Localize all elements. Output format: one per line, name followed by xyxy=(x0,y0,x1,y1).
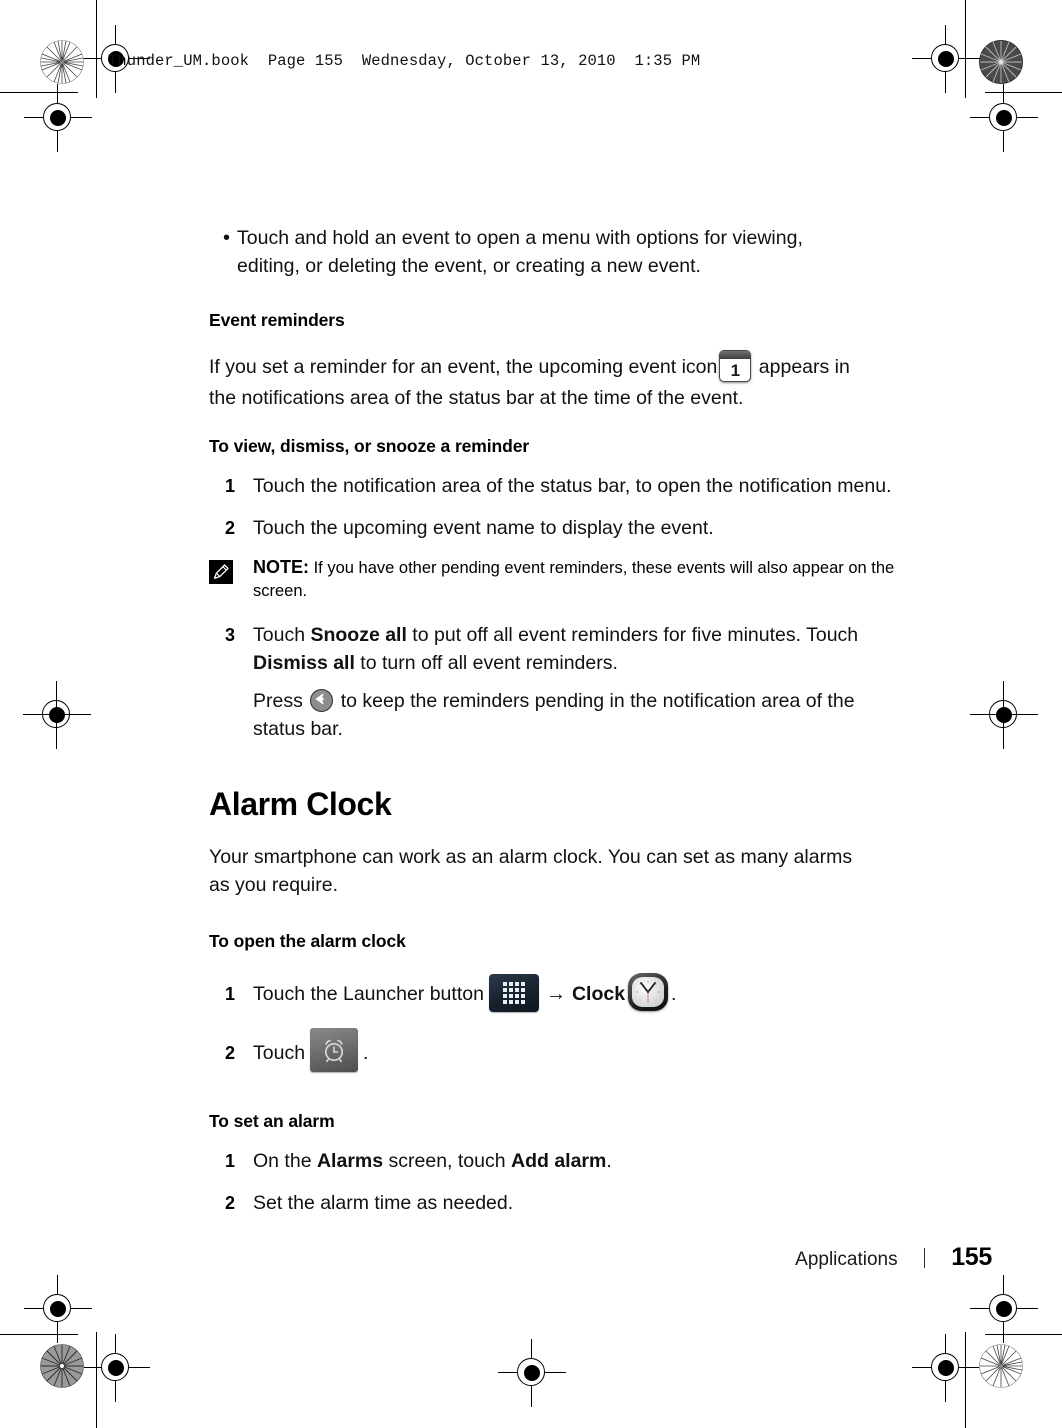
step1-period: . xyxy=(671,983,677,1005)
step-number: 2 xyxy=(225,1193,236,1213)
step-text: Set the alarm time as needed. xyxy=(253,1192,514,1214)
registration-mark-right-middle xyxy=(970,681,1038,749)
registration-mark-bottom-left-outer xyxy=(24,1275,92,1343)
starburst-mark-top-right xyxy=(979,40,1023,84)
footer-page-number: 155 xyxy=(951,1243,992,1271)
step-text: Touch Snooze all to put off all event re… xyxy=(253,621,899,743)
step-item: 1 Touch the notification area of the sta… xyxy=(209,472,899,500)
bullet-item: • Touch and hold an event to open a menu… xyxy=(209,224,899,280)
step-number: 1 xyxy=(225,984,236,1004)
crop-line-top-right-horizontal xyxy=(985,92,1062,94)
calendar-icon-header-band xyxy=(720,351,751,359)
touch-label: Touch xyxy=(253,1042,306,1064)
step-text: Touch the notification area of the statu… xyxy=(253,475,892,497)
registration-mark-bottom-center xyxy=(498,1339,566,1407)
calendar-icon-day-number: 1 xyxy=(730,360,741,380)
note-icon-cell xyxy=(209,556,253,603)
page-content: • Touch and hold an event to open a menu… xyxy=(209,224,899,1231)
set-step1-b: screen, touch xyxy=(383,1150,511,1172)
upcoming-event-calendar-icon: 1 xyxy=(719,350,752,382)
step-item: 3 Touch Snooze all to put off all event … xyxy=(209,621,899,743)
press-label: Press xyxy=(253,690,303,712)
alarm-clock-icon[interactable] xyxy=(310,1028,359,1072)
registration-mark-bottom-right-inner xyxy=(912,1334,980,1402)
step2-period: . xyxy=(363,1042,369,1064)
step-number: 2 xyxy=(225,518,236,538)
registration-mark-top-right-outer xyxy=(970,84,1038,152)
note-body: If you have other pending event reminder… xyxy=(253,559,895,600)
press-text-after: to keep the reminders pending in the not… xyxy=(253,690,855,740)
step-item: 1 Touch the Launcher button → Clock . xyxy=(209,973,899,1013)
event-reminders-paragraph: If you set a reminder for an event, the … xyxy=(209,350,869,412)
step3-text-a: Touch xyxy=(253,624,311,646)
note-text: NOTE: If you have other pending event re… xyxy=(253,556,899,603)
crop-line-bottom-right-horizontal xyxy=(985,1334,1062,1336)
step-text: On the Alarms screen, touch Add alarm. xyxy=(253,1147,899,1175)
clock-icon-hands xyxy=(636,981,660,1003)
set-step1-c: . xyxy=(606,1150,612,1172)
note-pencil-icon xyxy=(209,560,233,584)
step3-text-c: to turn off all event reminders. xyxy=(354,652,618,674)
heading-to-set-an-alarm: To set an alarm xyxy=(209,1111,335,1131)
bullet-item-text: Touch and hold an event to open a menu w… xyxy=(237,227,803,277)
step-item: 2 Touch the upcoming event name to displ… xyxy=(209,514,899,542)
step3-line2: Press to keep the reminders pending in t… xyxy=(253,687,899,743)
step-item: 2 Touch . xyxy=(209,1028,899,1075)
step-number: 3 xyxy=(225,625,236,645)
dismiss-all-label: Dismiss all xyxy=(253,652,355,674)
alarm-clock-glyph xyxy=(324,1039,344,1063)
event-reminders-text-before: If you set a reminder for an event, the … xyxy=(209,356,718,379)
footer-section-name: Applications xyxy=(795,1249,898,1270)
starburst-mark-top-left xyxy=(40,40,84,84)
crop-line-top-left-horizontal xyxy=(0,92,78,94)
page-footer: Applications 155 xyxy=(0,1243,1062,1272)
starburst-mark-bottom-right xyxy=(979,1344,1023,1388)
starburst-mark-bottom-left xyxy=(40,1344,84,1388)
heading-event-reminders: Event reminders xyxy=(209,310,345,330)
step-text: Touch . xyxy=(253,1028,899,1075)
clock-icon[interactable] xyxy=(628,973,669,1011)
registration-mark-left-middle xyxy=(23,681,91,749)
step-number: 1 xyxy=(225,476,236,496)
launcher-grid-icon[interactable] xyxy=(488,974,539,1012)
set-step1-a: On the xyxy=(253,1150,317,1172)
back-arrow-icon xyxy=(310,689,334,713)
alarm-clock-intro: Your smartphone can work as an alarm clo… xyxy=(209,846,853,896)
arrow-separator: → xyxy=(545,983,566,1005)
step-item: 1 On the Alarms screen, touch Add alarm. xyxy=(209,1147,899,1175)
heading-view-dismiss-snooze: To view, dismiss, or snooze a reminder xyxy=(209,436,530,456)
back-arrow-glyph xyxy=(316,694,325,705)
clock-app-label: Clock xyxy=(571,983,626,1005)
step-text: Touch the upcoming event name to display… xyxy=(253,517,714,539)
step-number: 1 xyxy=(225,1151,236,1171)
book-file-stamp: Thunder_UM.book Page 155 Wednesday, Octo… xyxy=(108,52,701,70)
note-box: NOTE: If you have other pending event re… xyxy=(209,556,899,603)
snooze-all-label: Snooze all xyxy=(310,624,407,646)
step-text: Touch the Launcher button → Clock . xyxy=(253,973,899,1013)
starburst-icon xyxy=(40,40,84,84)
registration-mark-bottom-right-outer xyxy=(970,1275,1038,1343)
step3-line1: Touch Snooze all to put off all event re… xyxy=(253,621,899,677)
alarms-screen-label: Alarms xyxy=(316,1150,384,1172)
step-number: 2 xyxy=(225,1043,236,1063)
starburst-icon xyxy=(40,1344,84,1388)
footer-divider xyxy=(923,1248,926,1268)
registration-mark-top-left-outer xyxy=(24,84,92,152)
bullet-marker: • xyxy=(223,227,231,249)
launcher-step-text: Touch the Launcher button xyxy=(253,983,484,1005)
heading-alarm-clock: Alarm Clock xyxy=(209,786,392,822)
launcher-grid-dots xyxy=(502,982,525,1004)
add-alarm-label: Add alarm xyxy=(511,1150,607,1172)
step-item: 2 Set the alarm time as needed. xyxy=(209,1189,899,1217)
starburst-icon-dark xyxy=(979,40,1023,84)
note-label: NOTE: xyxy=(253,557,309,577)
registration-mark-bottom-left-inner xyxy=(82,1334,150,1402)
registration-mark-top-right-inner xyxy=(912,25,980,93)
heading-to-open-alarm-clock: To open the alarm clock xyxy=(209,931,406,951)
step3-text-b: to put off all event reminders for five … xyxy=(406,624,859,646)
crop-line-bottom-left-horizontal xyxy=(0,1334,78,1336)
starburst-icon xyxy=(979,1344,1023,1388)
